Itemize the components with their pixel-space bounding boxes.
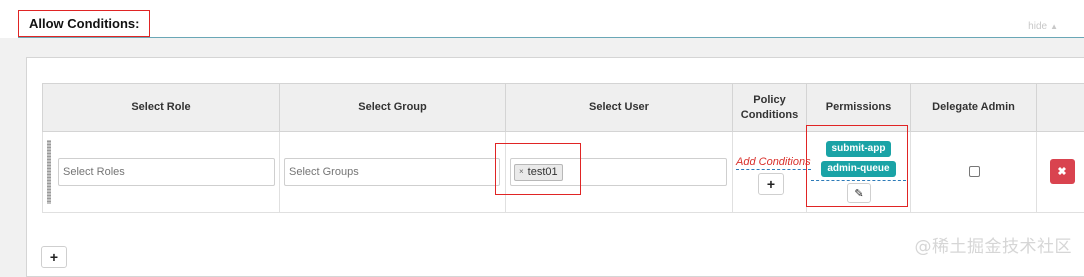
group-select-input[interactable] <box>284 158 500 186</box>
add-row-button[interactable]: + <box>41 246 67 268</box>
hide-label[interactable]: hide <box>1028 21 1047 32</box>
delegate-admin-checkbox[interactable] <box>969 166 980 177</box>
add-conditions-link[interactable]: Add Conditions <box>736 155 811 170</box>
col-select-user: Select User <box>506 84 733 132</box>
col-actions <box>1037 84 1084 132</box>
highlight-box-user <box>495 143 581 195</box>
top-strip <box>0 0 1084 38</box>
section-divider <box>18 37 1084 38</box>
hide-link[interactable]: hide▲ <box>1028 21 1058 32</box>
caret-up-icon: ▲ <box>1050 22 1058 31</box>
table-header-row: Select Role Select Group Select User Pol… <box>43 84 1084 132</box>
delete-row-button[interactable]: ✖ <box>1050 159 1075 184</box>
watermark: @稀土掘金技术社区 <box>915 232 1073 257</box>
col-delegate-admin: Delegate Admin <box>911 84 1037 132</box>
plus-icon: + <box>50 250 58 264</box>
col-select-group: Select Group <box>280 84 506 132</box>
col-select-role: Select Role <box>43 84 280 132</box>
plus-icon: + <box>767 177 775 191</box>
col-policy-conditions: Policy Conditions <box>733 84 807 132</box>
highlight-box-permissions <box>806 125 908 207</box>
drag-handle[interactable] <box>47 140 51 204</box>
close-icon: ✖ <box>1057 165 1066 178</box>
add-condition-button[interactable]: + <box>758 173 784 195</box>
role-select-input[interactable] <box>58 158 275 186</box>
section-title: Allow Conditions: <box>18 10 150 37</box>
